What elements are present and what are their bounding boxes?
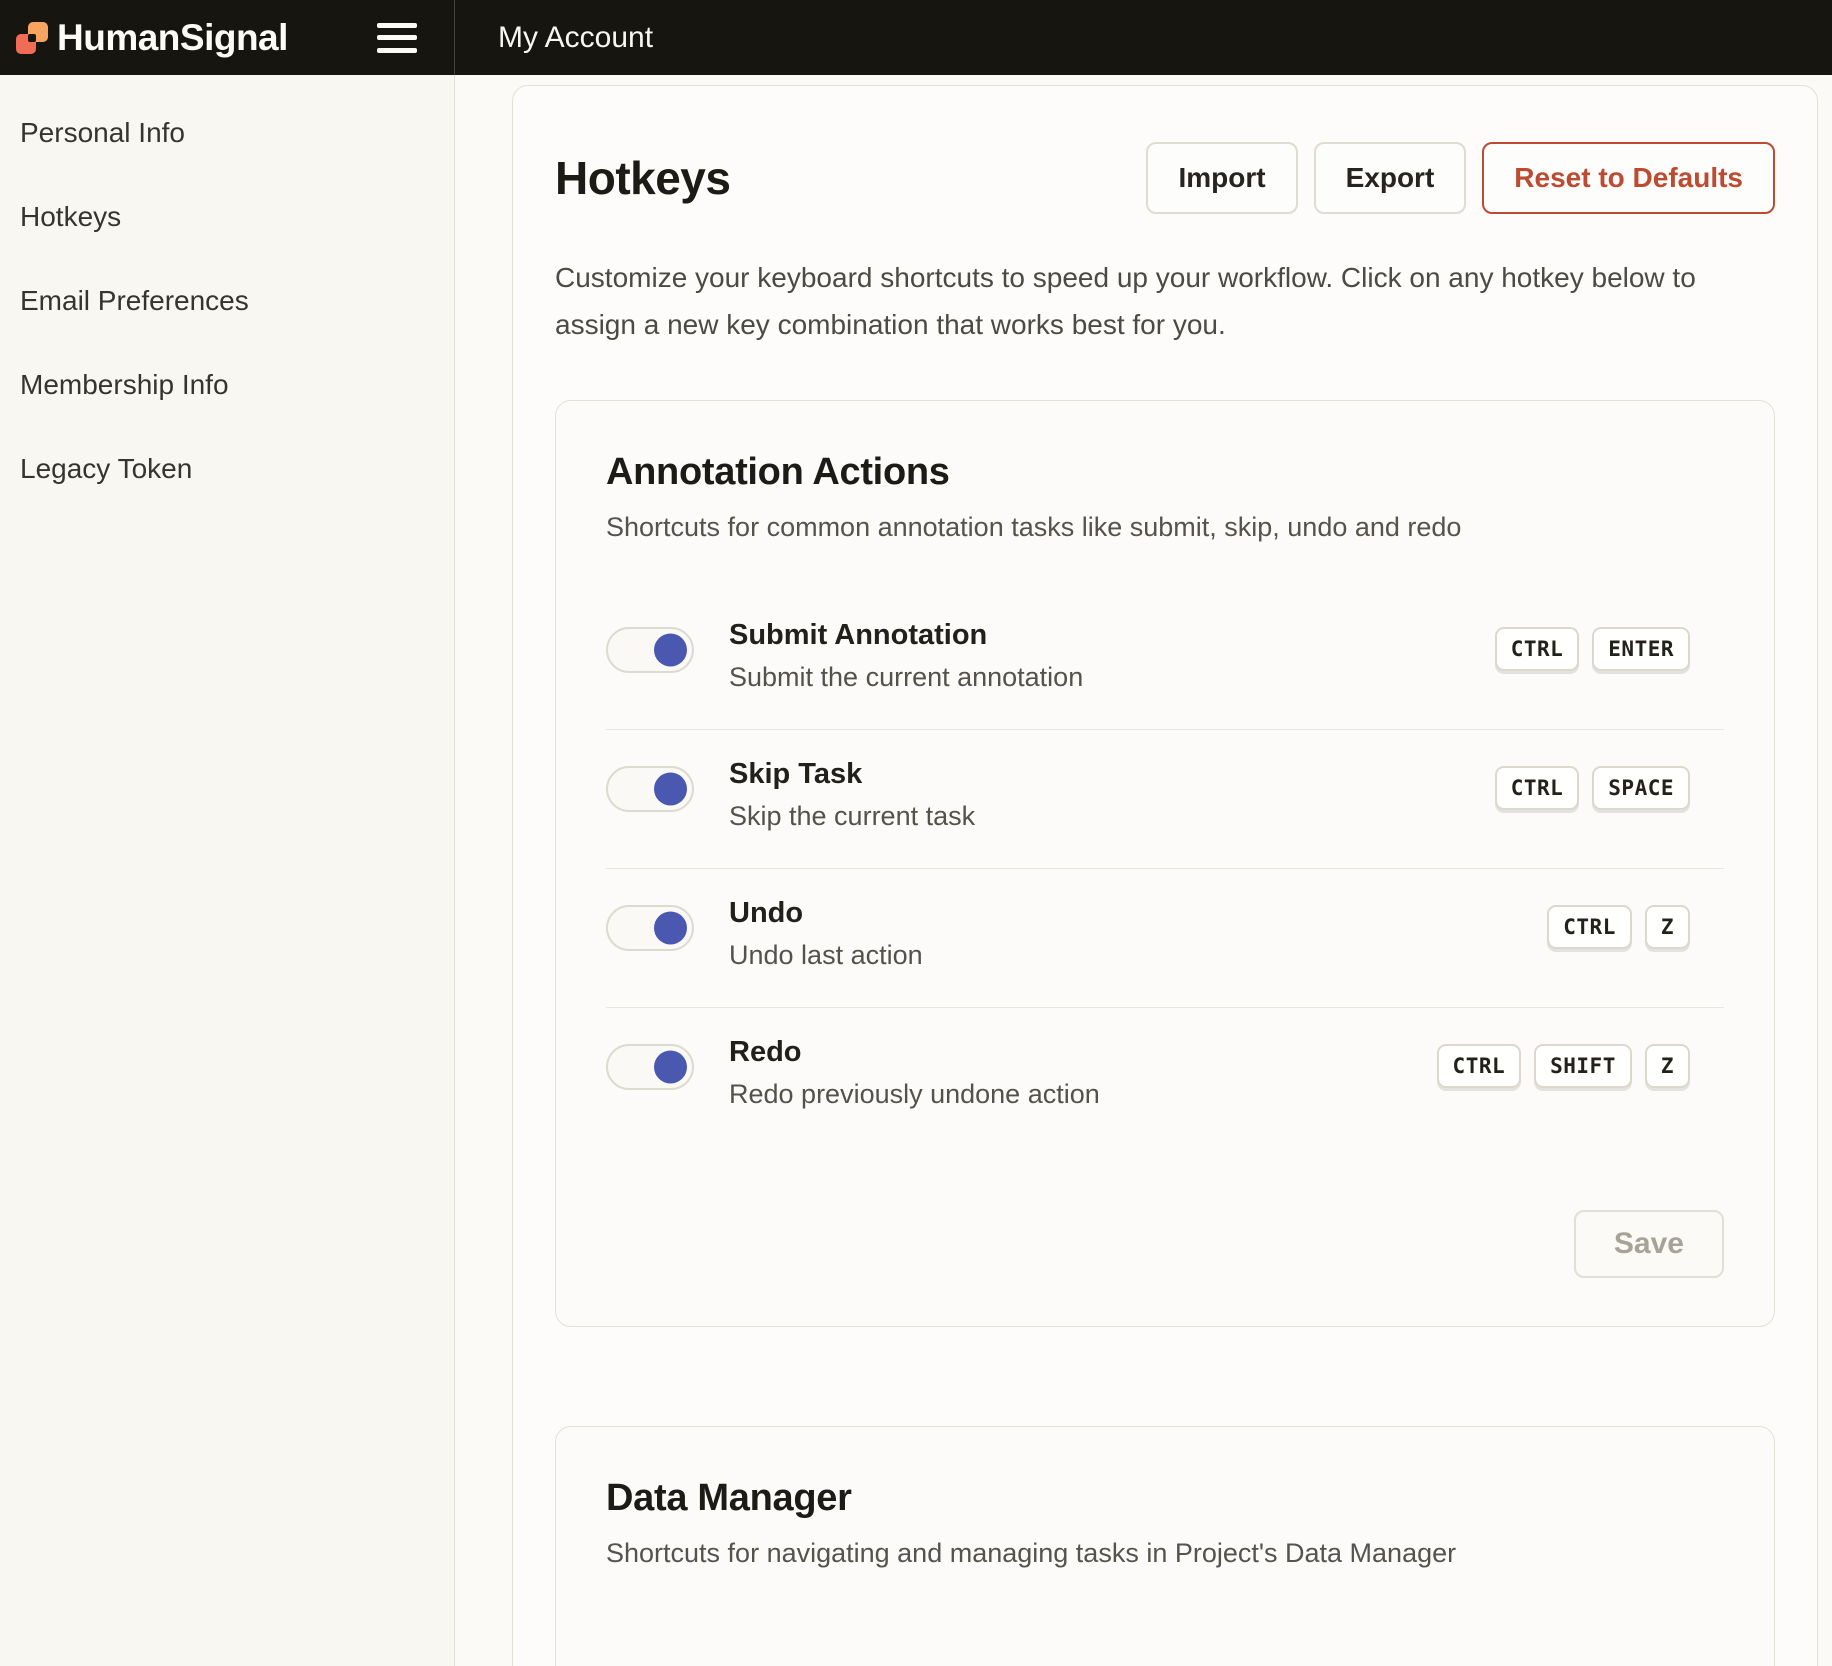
hotkey-title: Redo: [729, 1036, 1100, 1069]
hotkey-description: Submit the current annotation: [729, 662, 1083, 693]
hotkey-description: Undo last action: [729, 940, 923, 971]
brand[interactable]: HumanSignal: [16, 17, 288, 59]
hotkey-combination[interactable]: CTRL SPACE: [1495, 766, 1690, 810]
page-title: Hotkeys: [555, 151, 730, 205]
hotkey-description: Redo previously undone action: [729, 1079, 1100, 1110]
row-text: Undo Undo last action: [729, 897, 923, 971]
annotation-actions-card: Annotation Actions Shortcuts for common …: [555, 400, 1775, 1327]
topbar-brand-section: HumanSignal: [0, 0, 455, 75]
main-content: Hotkeys Import Export Reset to Defaults …: [455, 75, 1832, 1666]
header-buttons: Import Export Reset to Defaults: [1146, 142, 1775, 214]
skip-task-toggle[interactable]: [606, 766, 694, 812]
export-button[interactable]: Export: [1314, 142, 1467, 214]
hotkey-combination[interactable]: CTRL Z: [1547, 905, 1690, 949]
submit-annotation-toggle[interactable]: [606, 627, 694, 673]
import-button[interactable]: Import: [1146, 142, 1297, 214]
hotkeys-header: Hotkeys Import Export Reset to Defaults: [555, 142, 1775, 214]
keycap: CTRL: [1495, 627, 1580, 671]
toggle-knob: [654, 1051, 687, 1084]
hotkey-title: Submit Annotation: [729, 619, 1083, 652]
toggle-knob: [654, 912, 687, 945]
keycap: SHIFT: [1534, 1044, 1632, 1088]
keycap: CTRL: [1547, 905, 1632, 949]
hotkey-row-redo: Redo Redo previously undone action CTRL …: [606, 1008, 1724, 1146]
keycap: ENTER: [1592, 627, 1690, 671]
toggle-knob: [654, 634, 687, 667]
hotkey-row-undo: Undo Undo last action CTRL Z: [606, 869, 1724, 1008]
page-header-title: My Account: [498, 21, 653, 55]
sidebar-item-legacy-token[interactable]: Legacy Token: [0, 427, 454, 511]
row-text: Redo Redo previously undone action: [729, 1036, 1100, 1110]
keycap: Z: [1645, 905, 1690, 949]
hotkey-row-submit-annotation: Submit Annotation Submit the current ann…: [606, 591, 1724, 730]
account-sidebar: Personal Info Hotkeys Email Preferences …: [0, 75, 455, 1666]
hotkey-title: Skip Task: [729, 758, 975, 791]
sidebar-item-personal-info[interactable]: Personal Info: [0, 91, 454, 175]
hotkey-combination[interactable]: CTRL ENTER: [1495, 627, 1690, 671]
hotkeys-panel: Hotkeys Import Export Reset to Defaults …: [512, 85, 1818, 1666]
sidebar-item-email-preferences[interactable]: Email Preferences: [0, 259, 454, 343]
row-text: Skip Task Skip the current task: [729, 758, 975, 832]
save-row: Save: [606, 1210, 1724, 1278]
hotkeys-description: Customize your keyboard shortcuts to spe…: [555, 254, 1770, 348]
sidebar-item-hotkeys[interactable]: Hotkeys: [0, 175, 454, 259]
top-bar: HumanSignal My Account: [0, 0, 1832, 75]
section-subtitle: Shortcuts for navigating and managing ta…: [606, 1538, 1724, 1569]
redo-toggle[interactable]: [606, 1044, 694, 1090]
save-button[interactable]: Save: [1574, 1210, 1724, 1278]
hotkey-rows: Submit Annotation Submit the current ann…: [606, 591, 1724, 1146]
keycap: CTRL: [1437, 1044, 1522, 1088]
keycap: Z: [1645, 1044, 1690, 1088]
humansignal-logo-icon: [16, 22, 48, 54]
hotkey-description: Skip the current task: [729, 801, 975, 832]
reset-to-defaults-button[interactable]: Reset to Defaults: [1482, 142, 1775, 214]
hamburger-menu-icon[interactable]: [377, 21, 417, 55]
section-title: Annotation Actions: [606, 451, 1724, 494]
data-manager-card: Data Manager Shortcuts for navigating an…: [555, 1426, 1775, 1666]
hotkey-combination[interactable]: CTRL SHIFT Z: [1437, 1044, 1690, 1088]
row-text: Submit Annotation Submit the current ann…: [729, 619, 1083, 693]
undo-toggle[interactable]: [606, 905, 694, 951]
sidebar-item-membership-info[interactable]: Membership Info: [0, 343, 454, 427]
hotkey-row-skip-task: Skip Task Skip the current task CTRL SPA…: [606, 730, 1724, 869]
keycap: SPACE: [1592, 766, 1690, 810]
section-subtitle: Shortcuts for common annotation tasks li…: [606, 512, 1724, 543]
keycap: CTRL: [1495, 766, 1580, 810]
toggle-knob: [654, 773, 687, 806]
brand-name: HumanSignal: [57, 17, 288, 59]
hotkey-title: Undo: [729, 897, 923, 930]
section-title: Data Manager: [606, 1477, 1724, 1520]
